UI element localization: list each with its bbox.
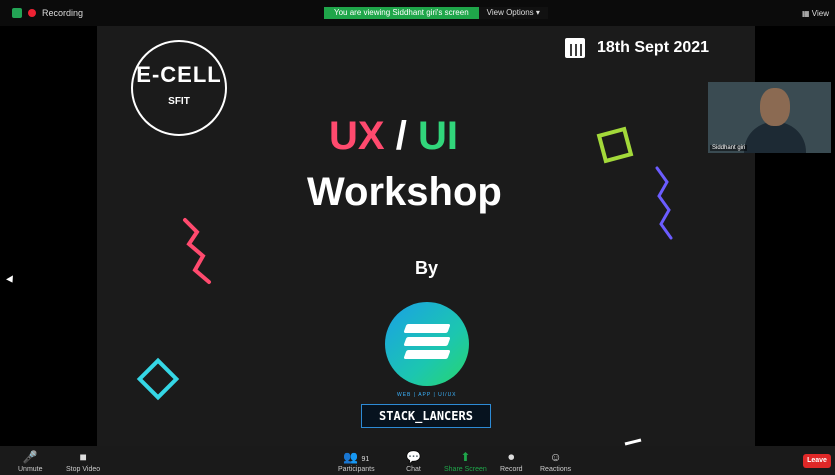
reactions-icon: ☺ (549, 450, 562, 464)
chat-icon: 💬 (406, 450, 421, 464)
green-square (596, 126, 634, 164)
share-screen-button[interactable]: ⬆ Share Screen (444, 450, 487, 473)
video-icon: ■ (79, 450, 87, 464)
participant-video[interactable]: Siddhant giri (708, 82, 831, 153)
unmute-label: Unmute (18, 466, 43, 473)
view-button[interactable]: ▦ View (802, 9, 829, 18)
view-options-label: View Options (486, 8, 534, 17)
white-stroke (624, 438, 642, 446)
screen-share-banner: You are viewing Siddhant giri's screen V… (324, 7, 548, 19)
participant-name: Siddhant giri (710, 145, 748, 151)
share-screen-icon: ⬆ (460, 450, 471, 464)
title-ux: UX (329, 114, 385, 158)
mic-icon: 🎤 (22, 450, 38, 464)
view-label: View (811, 9, 829, 18)
pink-squiggle (183, 218, 211, 284)
meeting-toolbar: 🎤 Unmute ■ Stop Video 👥 91 Participants … (0, 446, 835, 475)
title-workshop: Workshop (307, 170, 502, 214)
title-ui: UI (417, 114, 458, 158)
leave-button[interactable]: Leave (803, 454, 831, 468)
share-screen-label: Share Screen (444, 466, 487, 473)
participant-body (744, 122, 806, 153)
participant-face (760, 88, 790, 126)
stack-lancers-logo (385, 302, 469, 386)
recording-label: Recording (42, 8, 84, 18)
top-bar: Recording You are viewing Siddhant giri'… (0, 0, 835, 26)
unmute-button[interactable]: 🎤 Unmute (18, 450, 43, 473)
reactions-button[interactable]: ☺ Reactions (540, 450, 571, 473)
by-label: By (415, 258, 439, 278)
reactions-label: Reactions (540, 466, 572, 473)
participants-count: 91 (361, 456, 370, 463)
chat-button[interactable]: 💬 Chat (406, 450, 421, 473)
viewing-message: You are viewing Siddhant giri's screen (324, 7, 479, 19)
record-button[interactable]: ⏺ Record (500, 450, 523, 473)
purple-squiggle (655, 166, 673, 240)
stop-video-button[interactable]: ■ Stop Video (66, 450, 100, 473)
view-options-button[interactable]: View Options ▾ (478, 7, 548, 19)
shared-slide: E-CELL SFIT 18th Sept 2021 UX / UI Works… (97, 26, 755, 446)
stack-logo-icon (403, 324, 451, 363)
title-ux-ui: UX / UI (329, 114, 458, 159)
participants-icon: 👥 91 (343, 450, 370, 464)
record-icon: ⏺ (508, 450, 515, 464)
stop-video-label: Stop Video (66, 466, 101, 473)
stack-tagline: WEB | APP | UI/UX (397, 392, 457, 398)
shield-icon[interactable] (12, 8, 22, 18)
record-label: Record (500, 466, 523, 473)
cyan-square (136, 357, 180, 401)
mouse-cursor-icon (6, 275, 16, 285)
record-dot-icon (28, 9, 36, 17)
chat-label: Chat (406, 466, 421, 473)
recording-indicator: Recording (12, 8, 83, 18)
participants-label: Participants (338, 466, 375, 473)
title-slash: / (395, 114, 407, 158)
participants-button[interactable]: 👥 91 Participants (338, 450, 375, 473)
stack-lancers-name: STACK_LANCERS (361, 404, 491, 428)
